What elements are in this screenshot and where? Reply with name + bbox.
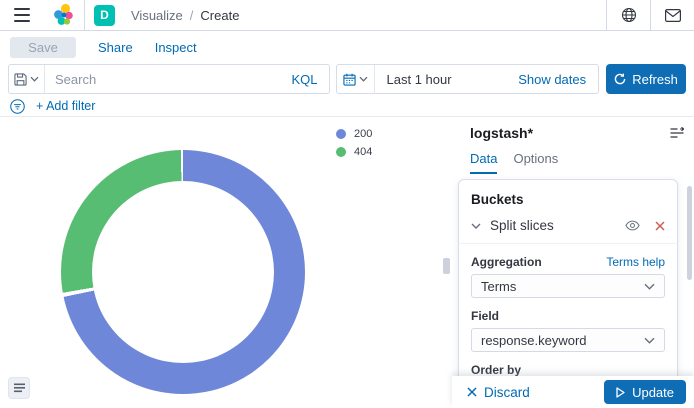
eye-icon xyxy=(625,220,640,231)
elastic-logo-icon xyxy=(52,3,76,27)
aggregation-label: Aggregation xyxy=(471,255,542,269)
donut-hole xyxy=(92,181,274,363)
aggregation-value: Terms xyxy=(481,279,516,294)
header-divider xyxy=(84,0,85,30)
discard-button[interactable]: Discard xyxy=(467,385,530,400)
kibana-visualize-app: D Visualize / Create Save Share Inspect xyxy=(0,0,694,408)
toggle-visibility-button[interactable] xyxy=(625,220,640,231)
order-by-label-row: Order by xyxy=(471,363,665,377)
discard-label: Discard xyxy=(484,385,530,400)
update-label: Update xyxy=(632,385,674,400)
time-range-value[interactable]: Last 1 hour xyxy=(375,72,452,87)
inspect-button[interactable]: Inspect xyxy=(155,40,197,55)
query-language-button[interactable]: KQL xyxy=(292,72,329,87)
filter-bar: + Add filter xyxy=(10,97,95,115)
chevron-down-icon xyxy=(644,283,655,290)
hamburger-icon xyxy=(14,8,30,22)
terms-help-link[interactable]: Terms help xyxy=(606,255,665,269)
field-label-row: Field xyxy=(471,309,665,323)
close-icon xyxy=(467,387,477,397)
legend-item[interactable]: 404 xyxy=(336,146,372,158)
field-label: Field xyxy=(471,309,499,323)
list-icon xyxy=(14,383,25,394)
chevron-down-icon xyxy=(30,76,39,82)
calendar-icon xyxy=(343,73,356,86)
tab-data[interactable]: Data xyxy=(470,151,497,174)
menu-button[interactable] xyxy=(0,0,44,30)
buckets-title: Buckets xyxy=(471,192,665,207)
search-control: KQL xyxy=(8,64,330,94)
breadcrumb-create: Create xyxy=(200,8,239,23)
order-by-label: Order by xyxy=(471,363,521,377)
save-icon xyxy=(14,73,27,86)
legend-toggle-button[interactable] xyxy=(8,377,30,399)
filter-circle-icon xyxy=(10,99,25,114)
panel-resize-handle[interactable] xyxy=(443,258,450,274)
card-divider xyxy=(459,243,677,244)
field-select[interactable]: response.keyword xyxy=(471,328,665,352)
chevron-down-icon xyxy=(644,337,655,344)
refresh-label: Refresh xyxy=(632,72,678,87)
saved-query-menu-button[interactable] xyxy=(9,65,45,93)
chevron-down-icon[interactable] xyxy=(471,223,481,229)
field-value: response.keyword xyxy=(481,333,587,348)
cloud-deployment-button[interactable] xyxy=(607,0,650,30)
remove-bucket-button[interactable] xyxy=(655,221,665,231)
menu-right-icon xyxy=(670,127,684,139)
chart-legend: 200 404 xyxy=(336,128,372,158)
breadcrumb: Visualize / Create xyxy=(131,8,239,23)
header-actions xyxy=(606,0,694,30)
search-input[interactable] xyxy=(45,72,292,87)
aggregation-select[interactable]: Terms xyxy=(471,274,665,298)
update-button[interactable]: Update xyxy=(604,380,686,404)
breadcrumb-separator: / xyxy=(190,8,194,23)
add-filter-button[interactable]: + Add filter xyxy=(36,99,95,113)
aggregation-label-row: Aggregation Terms help xyxy=(471,255,665,269)
global-header: D Visualize / Create xyxy=(0,0,694,31)
panel-scrollbar-thumb[interactable] xyxy=(687,186,692,280)
editor-tabs: Data Options xyxy=(470,151,558,174)
visualize-toolbar: Save Share Inspect xyxy=(0,31,694,64)
index-pattern-title: logstash* xyxy=(470,125,533,141)
save-button[interactable]: Save xyxy=(10,37,76,58)
legend-item[interactable]: 200 xyxy=(336,128,372,140)
elastic-logo[interactable] xyxy=(44,0,84,30)
share-button[interactable]: Share xyxy=(98,40,133,55)
newsfeed-button[interactable] xyxy=(651,0,694,30)
legend-swatch xyxy=(336,129,346,139)
refresh-button[interactable]: Refresh xyxy=(606,64,686,94)
play-icon xyxy=(616,387,625,398)
chevron-down-icon xyxy=(359,76,368,82)
close-icon xyxy=(655,221,665,231)
panel-title-row: logstash* xyxy=(470,125,684,141)
legend-label: 200 xyxy=(354,128,372,140)
breadcrumb-visualize[interactable]: Visualize xyxy=(131,8,183,23)
show-dates-button[interactable]: Show dates xyxy=(518,72,598,87)
donut-ring[interactable] xyxy=(61,150,305,394)
refresh-icon xyxy=(614,73,626,85)
date-quick-select-button[interactable] xyxy=(337,65,375,93)
buckets-card: Buckets Split slices Aggregation Ter xyxy=(458,179,678,382)
visualization-area: 200 404 xyxy=(0,117,452,408)
filter-options-button[interactable] xyxy=(10,99,25,114)
globe-icon xyxy=(621,7,637,23)
space-avatar[interactable]: D xyxy=(94,5,115,26)
mail-icon xyxy=(665,9,681,22)
split-slices-row[interactable]: Split slices xyxy=(471,218,665,233)
collapse-panel-button[interactable] xyxy=(670,127,684,139)
legend-swatch xyxy=(336,147,346,157)
query-bar: KQL Last 1 hour Show dates Refresh xyxy=(8,64,686,94)
visualization-editor-panel: logstash* Data Options Buckets Split sli… xyxy=(452,117,694,408)
time-picker: Last 1 hour Show dates xyxy=(336,64,600,94)
bucket-type-label: Split slices xyxy=(490,218,616,233)
legend-label: 404 xyxy=(354,146,372,158)
editor-footer: Discard Update xyxy=(452,376,694,408)
tab-options[interactable]: Options xyxy=(513,151,558,174)
